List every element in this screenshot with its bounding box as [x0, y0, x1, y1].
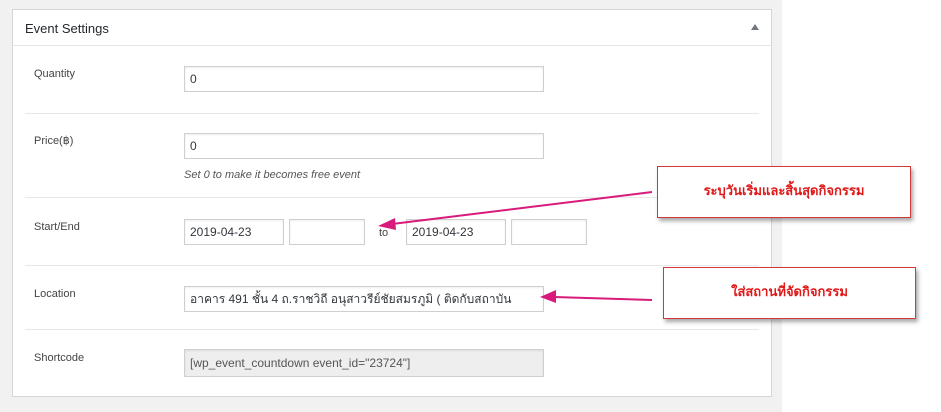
location-input[interactable]: อาคาร 491 ชั้น 4 ถ.ราชวิถี อนุสาวรีย์ชัย… — [184, 286, 544, 312]
date-callout: ระบุวันเริ่มและสิ้นสุดกิจกรรม — [657, 166, 911, 218]
row-location: Location อาคาร 491 ชั้น 4 ถ.ราชวิถี อนุส… — [25, 266, 759, 330]
to-label: to — [379, 227, 389, 239]
shortcode-field[interactable]: [wp_event_countdown event_id="23724"] — [184, 349, 544, 377]
end-date-input[interactable]: 2019-04-23 — [406, 219, 506, 245]
shortcode-label: Shortcode — [34, 352, 85, 364]
location-label: Location — [34, 288, 76, 300]
row-shortcode: Shortcode [wp_event_countdown event_id="… — [25, 330, 759, 390]
location-callout: ใส่สถานที่จัดกิจกรรม — [663, 267, 916, 319]
quantity-input[interactable]: 0 — [184, 66, 544, 92]
row-start-end: Start/End 2019-04-23 to 2019-04-23 — [25, 198, 759, 266]
panel-title: Event Settings — [25, 21, 109, 36]
price-hint: Set 0 to make it becomes free event — [184, 169, 361, 181]
triangle-up-icon[interactable] — [751, 24, 759, 30]
start-end-label: Start/End — [34, 221, 80, 233]
quantity-label: Quantity — [34, 68, 75, 80]
start-time-input[interactable] — [289, 219, 365, 245]
row-price: Price(฿) 0 Set 0 to make it becomes free… — [25, 114, 759, 198]
price-input[interactable]: 0 — [184, 133, 544, 159]
price-label: Price(฿) — [34, 135, 74, 147]
start-date-input[interactable]: 2019-04-23 — [184, 219, 284, 245]
row-quantity: Quantity 0 — [25, 46, 759, 114]
panel-header: Event Settings — [13, 10, 771, 46]
end-time-input[interactable] — [511, 219, 587, 245]
